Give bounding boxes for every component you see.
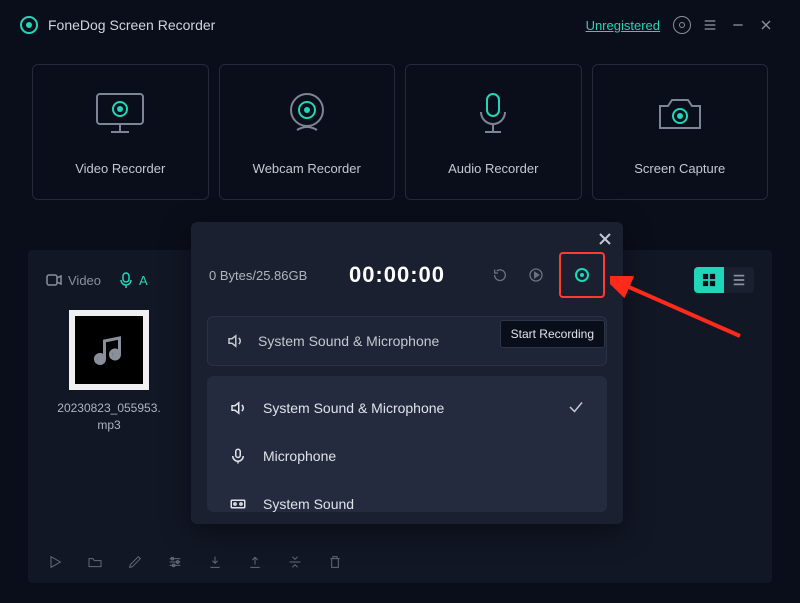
mode-label: Webcam Recorder xyxy=(253,161,361,176)
audio-recorder-popup: 0 Bytes/25.86GB 00:00:00 Start Recording… xyxy=(191,222,623,524)
restart-icon[interactable] xyxy=(485,260,515,290)
grid-view-button[interactable] xyxy=(694,267,724,293)
tab-label: Video xyxy=(68,273,101,288)
tab-label: A xyxy=(139,273,148,288)
minimize-icon[interactable] xyxy=(724,11,752,39)
mode-cards: Video Recorder Webcam Recorder Audio Rec… xyxy=(0,50,800,200)
trash-icon[interactable] xyxy=(326,553,344,571)
share-icon[interactable] xyxy=(246,553,264,571)
mode-audio-recorder[interactable]: Audio Recorder xyxy=(405,64,582,200)
menu-icon[interactable] xyxy=(696,11,724,39)
option-label: System Sound xyxy=(263,496,354,512)
folder-icon[interactable] xyxy=(86,553,104,571)
record-icon xyxy=(575,268,589,282)
sliders-icon[interactable] xyxy=(166,553,184,571)
tab-audio[interactable]: A xyxy=(119,272,148,288)
tooltip: Start Recording xyxy=(500,320,605,348)
play-icon[interactable] xyxy=(46,553,64,571)
tab-video[interactable]: Video xyxy=(46,273,101,288)
mode-video-recorder[interactable]: Video Recorder xyxy=(32,64,209,200)
history-toolbar xyxy=(46,553,344,571)
file-name: 20230823_055953.mp3 xyxy=(54,400,164,434)
speaker-icon xyxy=(226,332,244,350)
edit-icon[interactable] xyxy=(126,553,144,571)
close-icon[interactable] xyxy=(599,232,611,248)
microphone-icon xyxy=(229,447,247,465)
audio-source-dropdown: System Sound & Microphone Microphone Sys… xyxy=(207,376,607,512)
option-microphone[interactable]: Microphone xyxy=(207,432,607,480)
selected-source-label: System Sound & Microphone xyxy=(258,333,439,349)
mode-label: Video Recorder xyxy=(75,161,165,176)
app-title: FoneDog Screen Recorder xyxy=(48,17,215,33)
monitor-record-icon xyxy=(91,89,149,139)
mode-label: Screen Capture xyxy=(634,161,725,176)
timer-text: 00:00:00 xyxy=(337,262,457,288)
check-icon xyxy=(567,398,585,419)
compress-icon[interactable] xyxy=(286,553,304,571)
speaker-icon xyxy=(229,399,247,417)
app-logo xyxy=(20,16,38,34)
option-label: System Sound & Microphone xyxy=(263,400,444,416)
close-icon[interactable] xyxy=(752,11,780,39)
settings-icon[interactable] xyxy=(668,11,696,39)
option-system-and-mic[interactable]: System Sound & Microphone xyxy=(207,384,607,432)
storage-text: 0 Bytes/25.86GB xyxy=(209,268,329,283)
start-recording-button[interactable] xyxy=(559,252,605,298)
option-label: Microphone xyxy=(263,448,336,464)
titlebar: FoneDog Screen Recorder Unregistered xyxy=(0,0,800,50)
list-item[interactable]: 20230823_055953.mp3 xyxy=(54,310,164,434)
soundcard-icon xyxy=(229,495,247,513)
mode-screen-capture[interactable]: Screen Capture xyxy=(592,64,769,200)
play-preview-icon[interactable] xyxy=(521,260,551,290)
mode-label: Audio Recorder xyxy=(448,161,538,176)
view-toggle xyxy=(694,267,754,293)
option-system-sound[interactable]: System Sound xyxy=(207,480,607,528)
list-view-button[interactable] xyxy=(724,267,754,293)
microphone-icon xyxy=(473,89,513,139)
download-icon[interactable] xyxy=(206,553,224,571)
unregistered-link[interactable]: Unregistered xyxy=(586,18,660,33)
mode-webcam-recorder[interactable]: Webcam Recorder xyxy=(219,64,396,200)
camera-icon xyxy=(654,89,706,139)
music-file-icon xyxy=(69,310,149,390)
webcam-icon xyxy=(283,89,331,139)
